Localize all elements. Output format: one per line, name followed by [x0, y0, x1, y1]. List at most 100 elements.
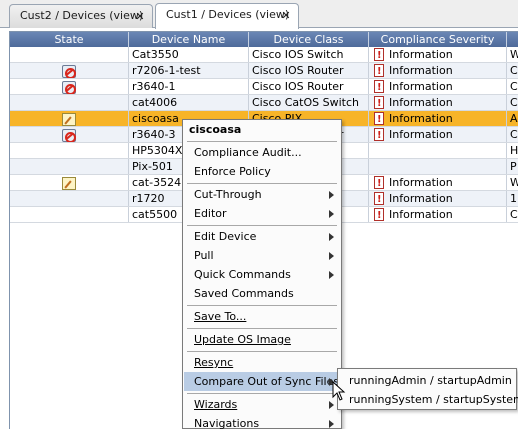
state-cell [10, 95, 129, 110]
compliance-severity-cell: Information [369, 63, 507, 78]
menu-item-label: Compliance Audit... [194, 146, 302, 159]
menu-item-navigations[interactable]: Navigations [184, 414, 340, 429]
severity-alert-icon [374, 208, 384, 222]
compliance-severity-cell [369, 143, 507, 158]
mouse-pointer-icon [332, 381, 346, 401]
tab-cust1-devices[interactable]: Cust1 / Devices (view) ✕ [155, 3, 299, 29]
severity-label: Information [389, 192, 453, 205]
submenu-arrow-icon [329, 420, 334, 428]
menu-item-quick-commands[interactable]: Quick Commands [184, 265, 340, 284]
menu-item-label: Enforce Policy [194, 165, 271, 178]
menu-separator [187, 393, 337, 394]
tab-label: Cust2 / Devices (view) [20, 9, 144, 22]
edit-state-icon [62, 176, 76, 190]
compliance-severity-cell [369, 159, 507, 174]
truncated-column-cell: H [510, 144, 518, 157]
menu-item-pull[interactable]: Pull [184, 246, 340, 265]
truncated-column-cell: P [510, 160, 517, 173]
menu-item-label: Cut-Through [194, 188, 262, 201]
submenu-item-running-system-startup-system[interactable]: runningSystem / startupSystem [339, 390, 518, 409]
submenu-arrow-icon [329, 210, 334, 218]
menu-item-label: Saved Commands [194, 287, 294, 300]
truncated-column-cell: C [510, 208, 518, 221]
compliance-severity-cell: Information [369, 191, 507, 206]
table-row[interactable]: r7206-1-testCisco IOS Router Information C [10, 63, 518, 79]
table-header: State Device Name Device Class Complianc… [10, 32, 518, 47]
severity-label: Information [389, 112, 453, 125]
state-cell [10, 127, 129, 142]
compliance-severity-cell: Information [369, 175, 507, 190]
severity-alert-icon [374, 176, 384, 190]
menu-item-compliance-audit[interactable]: Compliance Audit... [184, 143, 340, 162]
device-name-cell: r7206-1-test [129, 63, 249, 78]
compare-submenu: runningAdmin / startupAdmin runningSyste… [337, 368, 518, 410]
menu-item-label: Wizards [194, 398, 238, 411]
menu-item-update-os-image[interactable]: Update OS Image [184, 330, 340, 349]
submenu-arrow-icon [329, 191, 334, 199]
column-header-state[interactable]: State [10, 32, 129, 47]
column-header-device-class[interactable]: Device Class [249, 32, 369, 47]
close-icon[interactable]: ✕ [134, 6, 146, 26]
severity-alert-icon [374, 112, 384, 126]
severity-alert-icon [374, 80, 384, 94]
menu-item-save-to[interactable]: Save To... [184, 307, 340, 326]
truncated-column-cell: W [510, 48, 518, 61]
severity-label: Information [389, 96, 453, 109]
column-header-compliance-severity[interactable]: Compliance Severity [369, 32, 507, 47]
compliance-severity-cell: Information [369, 95, 507, 110]
context-menu-title: ciscoasa [189, 123, 242, 136]
compliance-severity-cell: Information [369, 111, 507, 126]
context-menu: ciscoasa Compliance Audit... Enforce Pol… [182, 119, 342, 429]
menu-item-resync[interactable]: Resync [184, 353, 340, 372]
state-cell [10, 63, 129, 78]
column-header-more[interactable] [507, 32, 518, 47]
state-cell [10, 47, 129, 62]
severity-label: Information [389, 48, 453, 61]
menu-item-label: Pull [194, 249, 214, 262]
menu-item-enforce-policy[interactable]: Enforce Policy [184, 162, 340, 181]
table-row[interactable]: Cat3550Cisco IOS Switch Information W [10, 47, 518, 63]
blocked-state-icon [62, 64, 76, 78]
state-cell [10, 111, 129, 126]
submenu-item-label: runningSystem / startupSystem [349, 393, 518, 406]
column-header-device-name[interactable]: Device Name [129, 32, 249, 47]
compliance-severity-cell: Information [369, 127, 507, 142]
menu-item-edit-device[interactable]: Edit Device [184, 227, 340, 246]
menu-separator [187, 225, 337, 226]
tab-cust2-devices[interactable]: Cust2 / Devices (view) ✕ [9, 4, 153, 28]
device-class-cell: Cisco CatOS Switch [249, 95, 369, 110]
close-icon[interactable]: ✕ [280, 5, 292, 25]
menu-separator [187, 328, 337, 329]
device-class-cell: Cisco IOS Router [249, 63, 369, 78]
truncated-column-cell: C [510, 128, 518, 141]
tab-label: Cust1 / Devices (view) [166, 8, 290, 21]
menu-item-cut-through[interactable]: Cut-Through [184, 185, 340, 204]
submenu-arrow-icon [329, 271, 334, 279]
submenu-item-running-admin-startup-admin[interactable]: runningAdmin / startupAdmin [339, 371, 515, 390]
state-cell [10, 175, 129, 190]
menu-item-wizards[interactable]: Wizards [184, 395, 340, 414]
compliance-severity-cell: Information [369, 207, 507, 222]
state-cell [10, 143, 129, 158]
device-name-cell: cat4006 [129, 95, 249, 110]
table-row[interactable]: cat4006Cisco CatOS Switch Information C [10, 95, 518, 111]
menu-item-saved-commands[interactable]: Saved Commands [184, 284, 340, 303]
menu-separator [187, 351, 337, 352]
blocked-state-icon [62, 128, 76, 142]
menu-item-compare-out-of-sync-files[interactable]: Compare Out of Sync Files [184, 372, 340, 391]
submenu-item-label: runningAdmin / startupAdmin [349, 374, 512, 387]
compliance-severity-cell: Information [369, 79, 507, 94]
device-name-cell: Cat3550 [129, 47, 249, 62]
submenu-arrow-icon [329, 252, 334, 260]
menu-item-editor[interactable]: Editor [184, 204, 340, 223]
edit-state-icon [62, 112, 76, 126]
table-row[interactable]: r3640-1Cisco IOS Router Information C [10, 79, 518, 95]
submenu-arrow-icon [329, 233, 334, 241]
menu-item-label: Edit Device [194, 230, 257, 243]
menu-item-label: Editor [194, 207, 227, 220]
submenu-arrow-icon [329, 401, 334, 409]
state-cell [10, 191, 129, 206]
compliance-severity-cell: Information [369, 47, 507, 62]
severity-label: Information [389, 176, 453, 189]
state-cell [10, 207, 129, 222]
